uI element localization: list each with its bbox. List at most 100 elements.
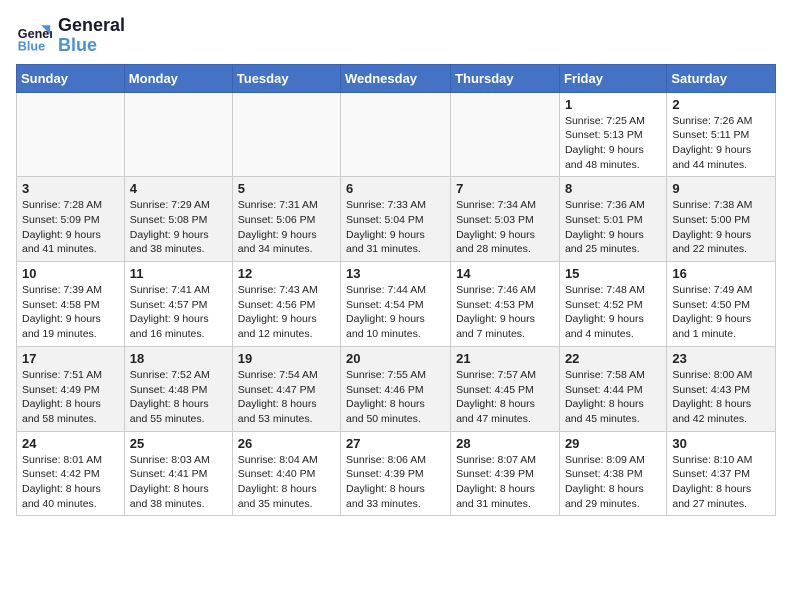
day-info: Sunrise: 7:28 AM Sunset: 5:09 PM Dayligh… <box>22 198 119 257</box>
day-number: 27 <box>346 436 445 451</box>
calendar-cell: 4 Sunrise: 7:29 AM Sunset: 5:08 PM Daylig… <box>124 177 232 262</box>
calendar-cell: 2 Sunrise: 7:26 AM Sunset: 5:11 PM Daylig… <box>667 92 776 177</box>
calendar-cell: 3 Sunrise: 7:28 AM Sunset: 5:09 PM Daylig… <box>17 177 125 262</box>
calendar-cell <box>341 92 451 177</box>
calendar-cell: 27 Sunrise: 8:06 AM Sunset: 4:39 PM Dayli… <box>341 431 451 516</box>
day-number: 3 <box>22 181 119 196</box>
day-info: Sunrise: 7:43 AM Sunset: 4:56 PM Dayligh… <box>238 283 335 342</box>
day-number: 8 <box>565 181 661 196</box>
calendar-cell: 13 Sunrise: 7:44 AM Sunset: 4:54 PM Dayli… <box>341 262 451 347</box>
day-info: Sunrise: 8:07 AM Sunset: 4:39 PM Dayligh… <box>456 453 554 512</box>
calendar-cell: 20 Sunrise: 7:55 AM Sunset: 4:46 PM Dayli… <box>341 346 451 431</box>
weekday-header: Friday <box>559 64 666 92</box>
day-number: 20 <box>346 351 445 366</box>
calendar-table: SundayMondayTuesdayWednesdayThursdayFrid… <box>16 64 776 517</box>
weekday-header: Saturday <box>667 64 776 92</box>
day-number: 15 <box>565 266 661 281</box>
calendar-cell: 28 Sunrise: 8:07 AM Sunset: 4:39 PM Dayli… <box>451 431 560 516</box>
day-number: 4 <box>130 181 227 196</box>
calendar-cell: 7Sunrise: 7:34 AM Sunset: 5:03 PM Daylig… <box>451 177 560 262</box>
day-number: 11 <box>130 266 227 281</box>
day-info: Sunrise: 8:00 AM Sunset: 4:43 PM Dayligh… <box>672 368 770 427</box>
calendar-cell: 16 Sunrise: 7:49 AM Sunset: 4:50 PM Dayli… <box>667 262 776 347</box>
day-info: Sunrise: 7:26 AM Sunset: 5:11 PM Dayligh… <box>672 114 770 173</box>
day-info: Sunrise: 7:54 AM Sunset: 4:47 PM Dayligh… <box>238 368 335 427</box>
day-number: 14 <box>456 266 554 281</box>
day-number: 5 <box>238 181 335 196</box>
calendar-cell: 25 Sunrise: 8:03 AM Sunset: 4:41 PM Dayli… <box>124 431 232 516</box>
calendar-cell <box>451 92 560 177</box>
page-header: General Blue General Blue <box>16 16 776 56</box>
calendar-cell: 24Sunrise: 8:01 AM Sunset: 4:42 PM Dayli… <box>17 431 125 516</box>
day-info: Sunrise: 8:04 AM Sunset: 4:40 PM Dayligh… <box>238 453 335 512</box>
day-info: Sunrise: 7:36 AM Sunset: 5:01 PM Dayligh… <box>565 198 661 257</box>
calendar-cell: 29 Sunrise: 8:09 AM Sunset: 4:38 PM Dayli… <box>559 431 666 516</box>
day-info: Sunrise: 7:52 AM Sunset: 4:48 PM Dayligh… <box>130 368 227 427</box>
day-info: Sunrise: 7:39 AM Sunset: 4:58 PM Dayligh… <box>22 283 119 342</box>
logo-icon: General Blue <box>16 18 52 54</box>
day-info: Sunrise: 8:01 AM Sunset: 4:42 PM Dayligh… <box>22 453 119 512</box>
calendar-cell: 6Sunrise: 7:33 AM Sunset: 5:04 PM Daylig… <box>341 177 451 262</box>
calendar-cell: 19 Sunrise: 7:54 AM Sunset: 4:47 PM Dayli… <box>232 346 340 431</box>
day-info: Sunrise: 7:55 AM Sunset: 4:46 PM Dayligh… <box>346 368 445 427</box>
day-info: Sunrise: 8:06 AM Sunset: 4:39 PM Dayligh… <box>346 453 445 512</box>
calendar-cell: 22 Sunrise: 7:58 AM Sunset: 4:44 PM Dayli… <box>559 346 666 431</box>
logo-text: General Blue <box>58 16 125 56</box>
calendar-cell: 23 Sunrise: 8:00 AM Sunset: 4:43 PM Dayli… <box>667 346 776 431</box>
day-info: Sunrise: 7:49 AM Sunset: 4:50 PM Dayligh… <box>672 283 770 342</box>
day-number: 22 <box>565 351 661 366</box>
weekday-header-row: SundayMondayTuesdayWednesdayThursdayFrid… <box>17 64 776 92</box>
day-info: Sunrise: 7:38 AM Sunset: 5:00 PM Dayligh… <box>672 198 770 257</box>
svg-text:Blue: Blue <box>18 39 45 53</box>
day-info: Sunrise: 7:25 AM Sunset: 5:13 PM Dayligh… <box>565 114 661 173</box>
calendar-cell: 10 Sunrise: 7:39 AM Sunset: 4:58 PM Dayli… <box>17 262 125 347</box>
calendar-cell <box>124 92 232 177</box>
day-info: Sunrise: 7:46 AM Sunset: 4:53 PM Dayligh… <box>456 283 554 342</box>
day-number: 19 <box>238 351 335 366</box>
day-number: 25 <box>130 436 227 451</box>
day-info: Sunrise: 7:44 AM Sunset: 4:54 PM Dayligh… <box>346 283 445 342</box>
weekday-header: Sunday <box>17 64 125 92</box>
calendar-cell: 11 Sunrise: 7:41 AM Sunset: 4:57 PM Dayli… <box>124 262 232 347</box>
day-number: 10 <box>22 266 119 281</box>
day-number: 29 <box>565 436 661 451</box>
calendar-cell: 18 Sunrise: 7:52 AM Sunset: 4:48 PM Dayli… <box>124 346 232 431</box>
day-info: Sunrise: 7:29 AM Sunset: 5:08 PM Dayligh… <box>130 198 227 257</box>
day-number: 1 <box>565 97 661 112</box>
calendar-week-row: 10 Sunrise: 7:39 AM Sunset: 4:58 PM Dayli… <box>17 262 776 347</box>
day-number: 6 <box>346 181 445 196</box>
weekday-header: Monday <box>124 64 232 92</box>
day-number: 2 <box>672 97 770 112</box>
day-info: Sunrise: 7:48 AM Sunset: 4:52 PM Dayligh… <box>565 283 661 342</box>
calendar-week-row: 3 Sunrise: 7:28 AM Sunset: 5:09 PM Daylig… <box>17 177 776 262</box>
day-number: 26 <box>238 436 335 451</box>
calendar-cell: 21Sunrise: 7:57 AM Sunset: 4:45 PM Dayli… <box>451 346 560 431</box>
day-number: 17 <box>22 351 119 366</box>
calendar-cell <box>17 92 125 177</box>
calendar-cell: 30Sunrise: 8:10 AM Sunset: 4:37 PM Dayli… <box>667 431 776 516</box>
logo: General Blue General Blue <box>16 16 125 56</box>
day-number: 13 <box>346 266 445 281</box>
weekday-header: Tuesday <box>232 64 340 92</box>
day-number: 16 <box>672 266 770 281</box>
day-info: Sunrise: 7:41 AM Sunset: 4:57 PM Dayligh… <box>130 283 227 342</box>
day-info: Sunrise: 7:57 AM Sunset: 4:45 PM Dayligh… <box>456 368 554 427</box>
calendar-cell: 26 Sunrise: 8:04 AM Sunset: 4:40 PM Dayli… <box>232 431 340 516</box>
day-number: 12 <box>238 266 335 281</box>
weekday-header: Thursday <box>451 64 560 92</box>
day-info: Sunrise: 8:09 AM Sunset: 4:38 PM Dayligh… <box>565 453 661 512</box>
calendar-week-row: 1 Sunrise: 7:25 AM Sunset: 5:13 PM Daylig… <box>17 92 776 177</box>
calendar-cell <box>232 92 340 177</box>
day-info: Sunrise: 7:58 AM Sunset: 4:44 PM Dayligh… <box>565 368 661 427</box>
day-info: Sunrise: 8:03 AM Sunset: 4:41 PM Dayligh… <box>130 453 227 512</box>
calendar-cell: 9Sunrise: 7:38 AM Sunset: 5:00 PM Daylig… <box>667 177 776 262</box>
day-info: Sunrise: 8:10 AM Sunset: 4:37 PM Dayligh… <box>672 453 770 512</box>
calendar-cell: 8 Sunrise: 7:36 AM Sunset: 5:01 PM Daylig… <box>559 177 666 262</box>
calendar-cell: 17Sunrise: 7:51 AM Sunset: 4:49 PM Dayli… <box>17 346 125 431</box>
day-number: 18 <box>130 351 227 366</box>
day-number: 28 <box>456 436 554 451</box>
calendar-cell: 1 Sunrise: 7:25 AM Sunset: 5:13 PM Daylig… <box>559 92 666 177</box>
calendar-cell: 15 Sunrise: 7:48 AM Sunset: 4:52 PM Dayli… <box>559 262 666 347</box>
calendar-week-row: 24Sunrise: 8:01 AM Sunset: 4:42 PM Dayli… <box>17 431 776 516</box>
day-number: 23 <box>672 351 770 366</box>
